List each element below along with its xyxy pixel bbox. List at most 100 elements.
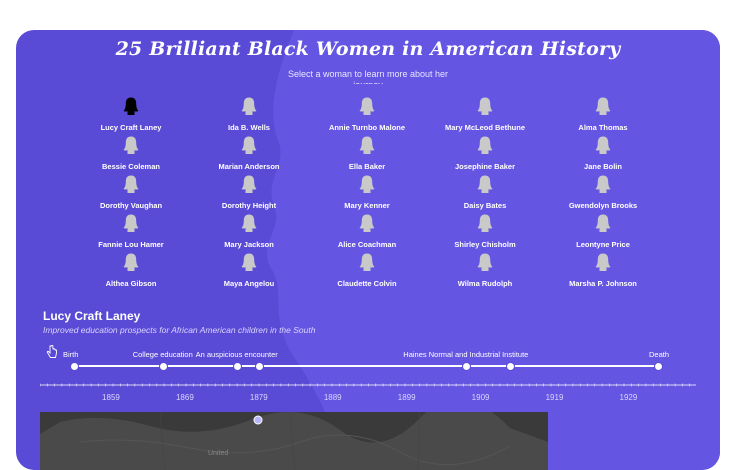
- timeline-event-dot[interactable]: [254, 362, 264, 371]
- woman-name: Marsha P. Johnson: [569, 279, 637, 288]
- women-grid: Lucy Craft Laney Ida B. Wells Annie Turnbo…: [72, 96, 662, 288]
- portrait-silhouette-icon: [477, 214, 493, 232]
- woman-name: Dorothy Height: [221, 201, 277, 210]
- timeline-event-dot[interactable]: [506, 362, 516, 371]
- portrait-silhouette-icon: [241, 253, 257, 271]
- portrait-silhouette-icon: [477, 175, 493, 193]
- portrait-silhouette-icon: [359, 97, 375, 115]
- woman-gwendolyn-brooks[interactable]: Gwendolyn Brooks: [544, 174, 662, 210]
- woman-maya-angelou[interactable]: Maya Angelou: [190, 252, 308, 288]
- woman-alma-thomas[interactable]: Alma Thomas: [544, 96, 662, 132]
- map-marker[interactable]: [253, 415, 263, 425]
- portrait-silhouette-icon: [477, 97, 493, 115]
- timeline-event-dot[interactable]: [461, 362, 471, 371]
- woman-claudette-colvin[interactable]: Claudette Colvin: [308, 252, 426, 288]
- woman-althea-gibson[interactable]: Althea Gibson: [72, 252, 190, 288]
- portrait-silhouette-icon: [359, 136, 375, 154]
- hand-pointer-icon: [46, 345, 57, 358]
- page-subtitle-cut: journey: [16, 80, 720, 84]
- woman-name: Leontyne Price: [576, 240, 630, 249]
- portrait-silhouette-icon: [595, 175, 611, 193]
- woman-mary-kenner[interactable]: Mary Kenner: [308, 174, 426, 210]
- axis-year-label: 1889: [323, 393, 342, 402]
- woman-name: Alma Thomas: [578, 123, 628, 132]
- woman-bessie-coleman[interactable]: Bessie Coleman: [72, 135, 190, 171]
- timeline-event-dot[interactable]: [70, 362, 79, 371]
- woman-name: Claudette Colvin: [337, 279, 397, 288]
- portrait-silhouette-icon: [595, 136, 611, 154]
- woman-ida-b-wells[interactable]: Ida B. Wells: [190, 96, 308, 132]
- portrait-silhouette-icon: [123, 97, 139, 115]
- woman-name: Shirley Chisholm: [454, 240, 516, 249]
- selected-description: Improved education prospects for African…: [43, 325, 316, 335]
- page-title: 25 Brilliant Black Women in American His…: [115, 38, 621, 60]
- woman-name: Annie Turnbo Malone: [328, 123, 406, 132]
- woman-fannie-lou-hamer[interactable]: Fannie Lou Hamer: [72, 213, 190, 249]
- woman-name: Lucy Craft Laney: [100, 123, 162, 132]
- woman-jane-bolin[interactable]: Jane Bolin: [544, 135, 662, 171]
- woman-marsha-p-johnson[interactable]: Marsha P. Johnson: [544, 252, 662, 288]
- timeline-event-dot[interactable]: [158, 362, 168, 371]
- timeline-event-label[interactable]: Haines Normal and Industrial Institute: [403, 350, 528, 359]
- axis-year-label: 1869: [175, 393, 194, 402]
- portrait-silhouette-icon: [241, 136, 257, 154]
- woman-name: Marian Anderson: [218, 162, 280, 171]
- axis-year-label: 1879: [249, 393, 268, 402]
- portrait-silhouette-icon: [359, 253, 375, 271]
- portrait-silhouette-icon: [359, 214, 375, 232]
- woman-leontyne-price[interactable]: Leontyne Price: [544, 213, 662, 249]
- axis-year-label: 1899: [397, 393, 416, 402]
- timeline-event-label[interactable]: Death: [649, 350, 669, 359]
- woman-name: Mary Kenner: [344, 201, 390, 210]
- portrait-silhouette-icon: [595, 214, 611, 232]
- woman-josephine-baker[interactable]: Josephine Baker: [426, 135, 544, 171]
- timeline-event-label[interactable]: Birth: [63, 350, 78, 359]
- woman-dorothy-vaughan[interactable]: Dorothy Vaughan: [72, 174, 190, 210]
- woman-name: Mary Jackson: [224, 240, 274, 249]
- axis-year-label: 1919: [545, 393, 564, 402]
- portrait-silhouette-icon: [241, 175, 257, 193]
- portrait-silhouette-icon: [595, 253, 611, 271]
- woman-name: Daisy Bates: [463, 201, 507, 210]
- woman-name: Althea Gibson: [105, 279, 157, 288]
- woman-name: Jane Bolin: [584, 162, 622, 171]
- woman-alice-coachman[interactable]: Alice Coachman: [308, 213, 426, 249]
- woman-name: Gwendolyn Brooks: [568, 201, 638, 210]
- woman-name: Dorothy Vaughan: [99, 201, 163, 210]
- timeline-event-dot[interactable]: [232, 362, 242, 371]
- woman-name: Fannie Lou Hamer: [98, 240, 164, 249]
- timeline-event-dot[interactable]: [654, 362, 663, 371]
- woman-name: Josephine Baker: [454, 162, 516, 171]
- woman-mary-mcleod-bethune[interactable]: Mary McLeod Bethune: [426, 96, 544, 132]
- portrait-silhouette-icon: [123, 253, 139, 271]
- map[interactable]: United: [40, 412, 548, 470]
- woman-shirley-chisholm[interactable]: Shirley Chisholm: [426, 213, 544, 249]
- woman-lucy-craft-laney[interactable]: Lucy Craft Laney: [72, 96, 190, 132]
- portrait-silhouette-icon: [123, 214, 139, 232]
- woman-daisy-bates[interactable]: Daisy Bates: [426, 174, 544, 210]
- woman-name: Bessie Coleman: [102, 162, 160, 171]
- woman-name: Wilma Rudolph: [457, 279, 513, 288]
- woman-annie-turnbo-malone[interactable]: Annie Turnbo Malone: [308, 96, 426, 132]
- portrait-silhouette-icon: [595, 97, 611, 115]
- woman-marian-anderson[interactable]: Marian Anderson: [190, 135, 308, 171]
- portrait-silhouette-icon: [477, 253, 493, 271]
- portrait-silhouette-icon: [123, 175, 139, 193]
- portrait-silhouette-icon: [241, 214, 257, 232]
- woman-dorothy-height[interactable]: Dorothy Height: [190, 174, 308, 210]
- axis-year-label: 1859: [102, 393, 120, 402]
- woman-name: Ella Baker: [348, 162, 386, 171]
- axis-year-label: 1929: [619, 393, 638, 402]
- woman-name: Mary McLeod Bethune: [444, 123, 525, 132]
- timeline-event-label[interactable]: College education: [133, 350, 193, 359]
- timeline-event-label[interactable]: An auspicious encounter: [196, 350, 278, 359]
- portrait-silhouette-icon: [241, 97, 257, 115]
- woman-name: Ida B. Wells: [228, 123, 270, 132]
- portrait-silhouette-icon: [477, 136, 493, 154]
- woman-mary-jackson[interactable]: Mary Jackson: [190, 213, 308, 249]
- woman-name: Alice Coachman: [337, 240, 397, 249]
- woman-ella-baker[interactable]: Ella Baker: [308, 135, 426, 171]
- timeline-axis: [40, 383, 696, 387]
- portrait-silhouette-icon: [359, 175, 375, 193]
- woman-wilma-rudolph[interactable]: Wilma Rudolph: [426, 252, 544, 288]
